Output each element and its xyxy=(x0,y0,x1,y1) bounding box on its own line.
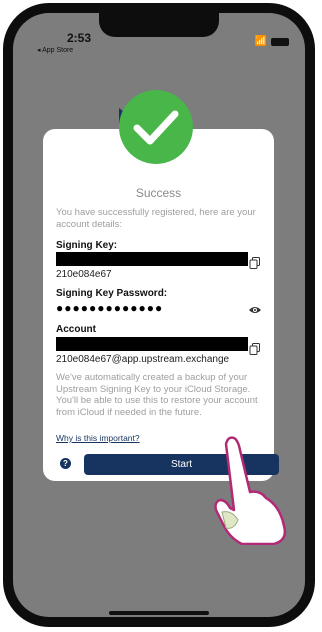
signing-key-password-label: Signing Key Password: xyxy=(56,288,168,299)
show-password-eye-icon[interactable] xyxy=(248,305,262,315)
status-time: 2:53 xyxy=(67,31,92,45)
dialog-title: Success xyxy=(135,186,182,200)
signing-key-value: 210e084e67 xyxy=(56,269,112,280)
notch xyxy=(99,13,219,37)
why-important-link[interactable]: Why is this important? xyxy=(56,433,140,443)
status-icons: 📶 xyxy=(255,36,289,47)
battery-icon xyxy=(271,37,289,46)
back-to-app-store-link[interactable]: ◂ App Store xyxy=(37,46,73,54)
hand-pointer-icon xyxy=(214,436,287,545)
dialog-subtitle: You have successfully registered, here a… xyxy=(56,207,256,230)
signing-key-password-value: ●●●●●●●●●●●●● xyxy=(56,301,164,315)
success-dialog: Success You have successfully registered… xyxy=(43,129,279,481)
success-badge xyxy=(119,90,193,164)
wifi-icon: 📶 xyxy=(254,36,267,47)
signing-key-redaction xyxy=(56,252,248,266)
account-value: 210e084e67@app.upstream.exchange xyxy=(56,354,230,365)
copy-account-icon[interactable] xyxy=(249,343,261,355)
help-icon[interactable]: ? xyxy=(60,458,71,469)
account-label: Account xyxy=(56,324,96,335)
signing-key-label: Signing Key: xyxy=(56,240,118,251)
copy-signing-key-icon[interactable] xyxy=(249,257,261,269)
account-redaction xyxy=(56,337,248,351)
home-indicator xyxy=(109,611,209,615)
backup-note: We've automatically created a backup of … xyxy=(56,372,258,418)
check-icon xyxy=(133,110,179,145)
